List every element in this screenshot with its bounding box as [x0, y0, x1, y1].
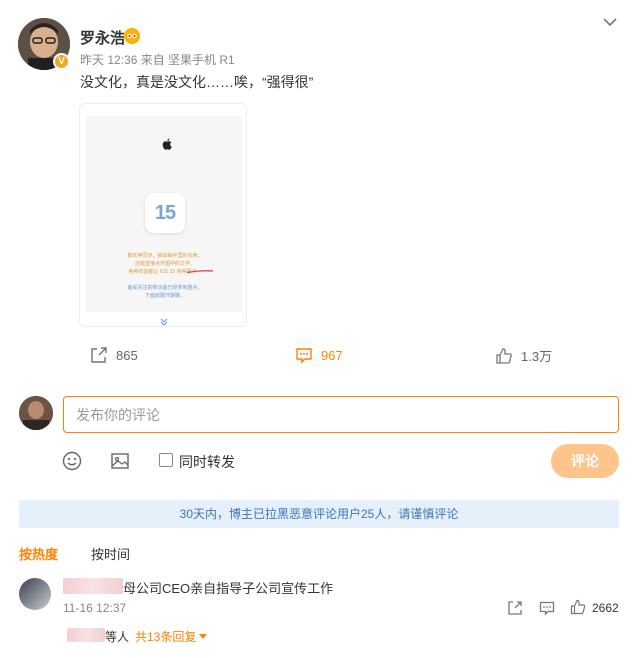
- block-notice: 30天内，博主已拉黑恶意评论用户25人，请谨慎评论: [19, 500, 619, 528]
- author-name[interactable]: 罗永浩: [80, 27, 125, 48]
- vip-icon[interactable]: [124, 28, 140, 44]
- view-replies-link[interactable]: 共13条回复: [135, 628, 208, 645]
- image-blue-text: 备受关注的新功能已经拿到重点， 下面就展开聊聊。: [127, 285, 203, 299]
- comment-like-count: 2662: [592, 601, 619, 615]
- reply-count: 共13条回复: [135, 630, 197, 644]
- reply-users-suffix: 等人: [105, 630, 130, 644]
- tab-sort-hot[interactable]: 按热度: [19, 544, 58, 563]
- caret-down-icon: [199, 633, 208, 639]
- comment-text: 母公司CEO亲自指导子公司宣传工作: [123, 581, 334, 596]
- like-count: 1.3万: [521, 349, 553, 364]
- emoji-icon[interactable]: [62, 451, 82, 471]
- post-meta: 昨天 12:36 来自 坚果手机 R1: [80, 53, 235, 67]
- apple-logo-icon: [162, 138, 172, 150]
- repost-count: 865: [116, 347, 138, 363]
- chevron-down-icon[interactable]: [602, 14, 618, 30]
- comment-icon: [296, 348, 312, 364]
- submit-comment-button[interactable]: 评论: [551, 444, 619, 478]
- red-underline-mark: [187, 270, 213, 273]
- comment-input[interactable]: [63, 396, 619, 433]
- like-icon: [496, 347, 512, 364]
- verified-badge-icon: V: [53, 53, 70, 70]
- like-button[interactable]: 1.3万: [495, 346, 552, 365]
- comment-count: 967: [321, 347, 343, 363]
- my-avatar: [19, 396, 53, 430]
- image-content: 15 聊天神同步，抽出抽手里的东西， 还能直接点开图中的文字。 各种体验都让 i…: [86, 116, 242, 312]
- comment-share-icon[interactable]: [507, 600, 523, 621]
- expand-chevron-icon[interactable]: [159, 318, 169, 326]
- image-icon[interactable]: [110, 451, 130, 471]
- commenter-avatar[interactable]: [19, 578, 51, 610]
- ios-version-tile: 15: [145, 193, 185, 233]
- tab-sort-time[interactable]: 按时间: [91, 544, 130, 563]
- comment-time: 11-16 12:37: [63, 601, 127, 615]
- comment-button[interactable]: 967: [295, 346, 343, 364]
- reply-user-redacted[interactable]: [67, 628, 105, 642]
- comment-like-icon[interactable]: [570, 599, 586, 620]
- post-text: 没文化，真是没文化……唉，“强得很”: [80, 74, 314, 90]
- share-icon: [91, 347, 107, 363]
- post-image[interactable]: 15 聊天神同步，抽出抽手里的东西， 还能直接点开图中的文字。 各种体验都让 i…: [79, 103, 247, 327]
- commenter-name-redacted[interactable]: [63, 578, 123, 594]
- repost-button[interactable]: 865: [90, 346, 138, 364]
- repost-label[interactable]: 同时转发: [179, 452, 235, 472]
- repost-checkbox[interactable]: [159, 453, 173, 467]
- comment-reply-icon[interactable]: [539, 600, 555, 621]
